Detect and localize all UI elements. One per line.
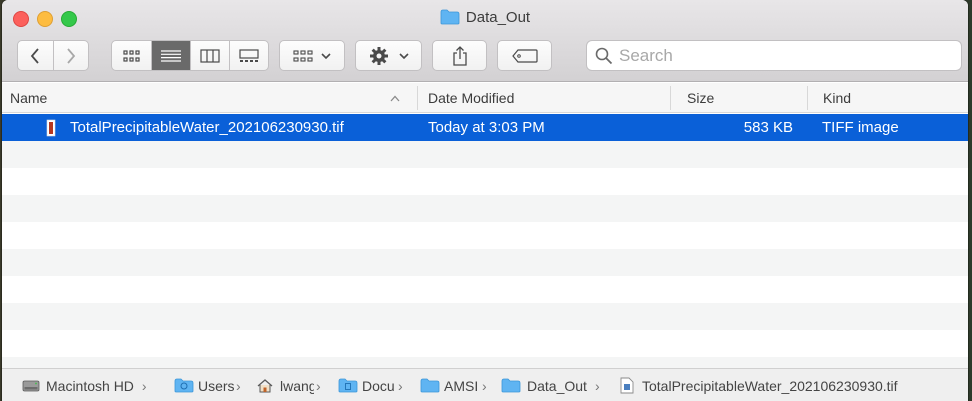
users-folder-icon: [174, 378, 194, 393]
file-kind: TIFF image: [822, 119, 899, 136]
chevron-right-icon: ›: [236, 377, 241, 394]
group-grid-icon: [293, 49, 313, 62]
chevron-right-icon: ›: [594, 377, 600, 394]
documents-folder-icon: [338, 378, 358, 393]
icon-grid-icon: [123, 49, 140, 62]
chevron-left-icon: [31, 47, 39, 64]
file-list: TotalPrecipitableWater_202106230930.tif …: [2, 114, 968, 384]
icon-view-button[interactable]: [112, 41, 153, 70]
folder-icon: [440, 9, 460, 29]
empty-row: [2, 141, 968, 168]
forward-button[interactable]: [54, 41, 89, 70]
empty-row: [2, 276, 968, 303]
list-view-button[interactable]: [152, 41, 191, 70]
chevron-right-icon: ›: [316, 377, 321, 394]
search-field[interactable]: [586, 40, 962, 71]
column-divider[interactable]: [417, 86, 418, 110]
back-button[interactable]: [18, 41, 54, 70]
empty-row: [2, 195, 968, 222]
list-icon: [161, 49, 182, 62]
name-header-label: Name: [10, 90, 48, 106]
path-item-home[interactable]: lwang ›: [256, 369, 334, 401]
group-by-button[interactable]: [279, 40, 345, 71]
empty-row: [2, 303, 968, 330]
column-headers: Name Date Modified Size Kind: [2, 83, 968, 113]
search-icon: [595, 47, 613, 64]
action-menu-button[interactable]: [355, 40, 422, 71]
chevron-down-icon: [398, 52, 409, 59]
kind-column-header[interactable]: Kind: [815, 83, 965, 113]
path-label: TotalPrecipitableWater_202106230930.tif: [642, 377, 898, 394]
folder-icon: [420, 378, 440, 393]
path-item-amsi[interactable]: AMSI ›: [420, 369, 498, 401]
name-column-header[interactable]: Name: [2, 83, 417, 113]
chevron-right-icon: ›: [482, 377, 487, 394]
columns-icon: [200, 48, 220, 63]
path-item-users[interactable]: Users ›: [174, 369, 250, 401]
sort-ascending-icon: [390, 95, 400, 102]
gallery-icon: [239, 48, 259, 62]
empty-row: [2, 249, 968, 276]
path-item-file[interactable]: TotalPrecipitableWater_202106230930.tif: [620, 369, 898, 401]
gallery-view-button[interactable]: [230, 41, 268, 70]
tags-button[interactable]: [497, 40, 552, 71]
empty-row: [2, 222, 968, 249]
finder-window: Data_Out Search Name Date Modified Size …: [2, 0, 968, 401]
kind-header-label: Kind: [823, 90, 852, 106]
tag-icon: [511, 48, 538, 63]
search-input[interactable]: [619, 45, 939, 66]
navigation-buttons: [17, 40, 89, 71]
tiff-file-icon: [620, 377, 634, 394]
date-modified-column-header[interactable]: Date Modified: [420, 83, 670, 113]
column-divider[interactable]: [807, 86, 808, 110]
path-label: Macintosh HD: [46, 377, 134, 394]
path-item-data-out[interactable]: Data_Out ›: [501, 369, 602, 401]
empty-row: [2, 330, 968, 357]
file-row[interactable]: TotalPrecipitableWater_202106230930.tif …: [2, 114, 968, 141]
path-label: AMSI: [444, 377, 479, 394]
home-icon: [257, 379, 273, 393]
path-item-macintosh-hd[interactable]: Macintosh HD ›: [22, 369, 149, 401]
chevron-right-icon: ›: [141, 377, 147, 394]
column-divider[interactable]: [670, 86, 671, 110]
chevron-right-icon: ›: [398, 377, 403, 394]
path-label: Docu: [362, 377, 395, 394]
file-date-modified: Today at 3:03 PM: [428, 119, 545, 136]
empty-row: [2, 168, 968, 195]
toolbar: Data_Out: [2, 0, 968, 82]
share-button[interactable]: [432, 40, 487, 71]
folder-icon: [501, 378, 521, 393]
size-header-label: Size: [687, 90, 715, 106]
tiff-file-icon: [46, 114, 56, 141]
window-title: Data_Out: [2, 9, 968, 29]
view-mode-selector: [111, 40, 269, 71]
path-label: Users: [198, 377, 234, 394]
path-item-documents[interactable]: Docu ›: [338, 369, 416, 401]
path-label: Data_Out: [527, 377, 587, 394]
share-icon: [452, 45, 467, 66]
hard-drive-icon: [22, 380, 40, 391]
gear-icon: [369, 46, 388, 65]
column-view-button[interactable]: [191, 41, 230, 70]
file-name: TotalPrecipitableWater_202106230930.tif: [70, 119, 344, 136]
chevron-right-icon: [67, 47, 75, 64]
path-label: lwang: [280, 377, 314, 394]
path-bar: Macintosh HD › Users › lwang › Docu › AM…: [2, 368, 968, 401]
window-title-text: Data_Out: [465, 9, 531, 26]
chevron-down-icon: [321, 52, 331, 59]
size-column-header[interactable]: Size: [679, 83, 807, 113]
date-modified-header-label: Date Modified: [428, 90, 515, 106]
file-size: 583 KB: [743, 119, 793, 136]
